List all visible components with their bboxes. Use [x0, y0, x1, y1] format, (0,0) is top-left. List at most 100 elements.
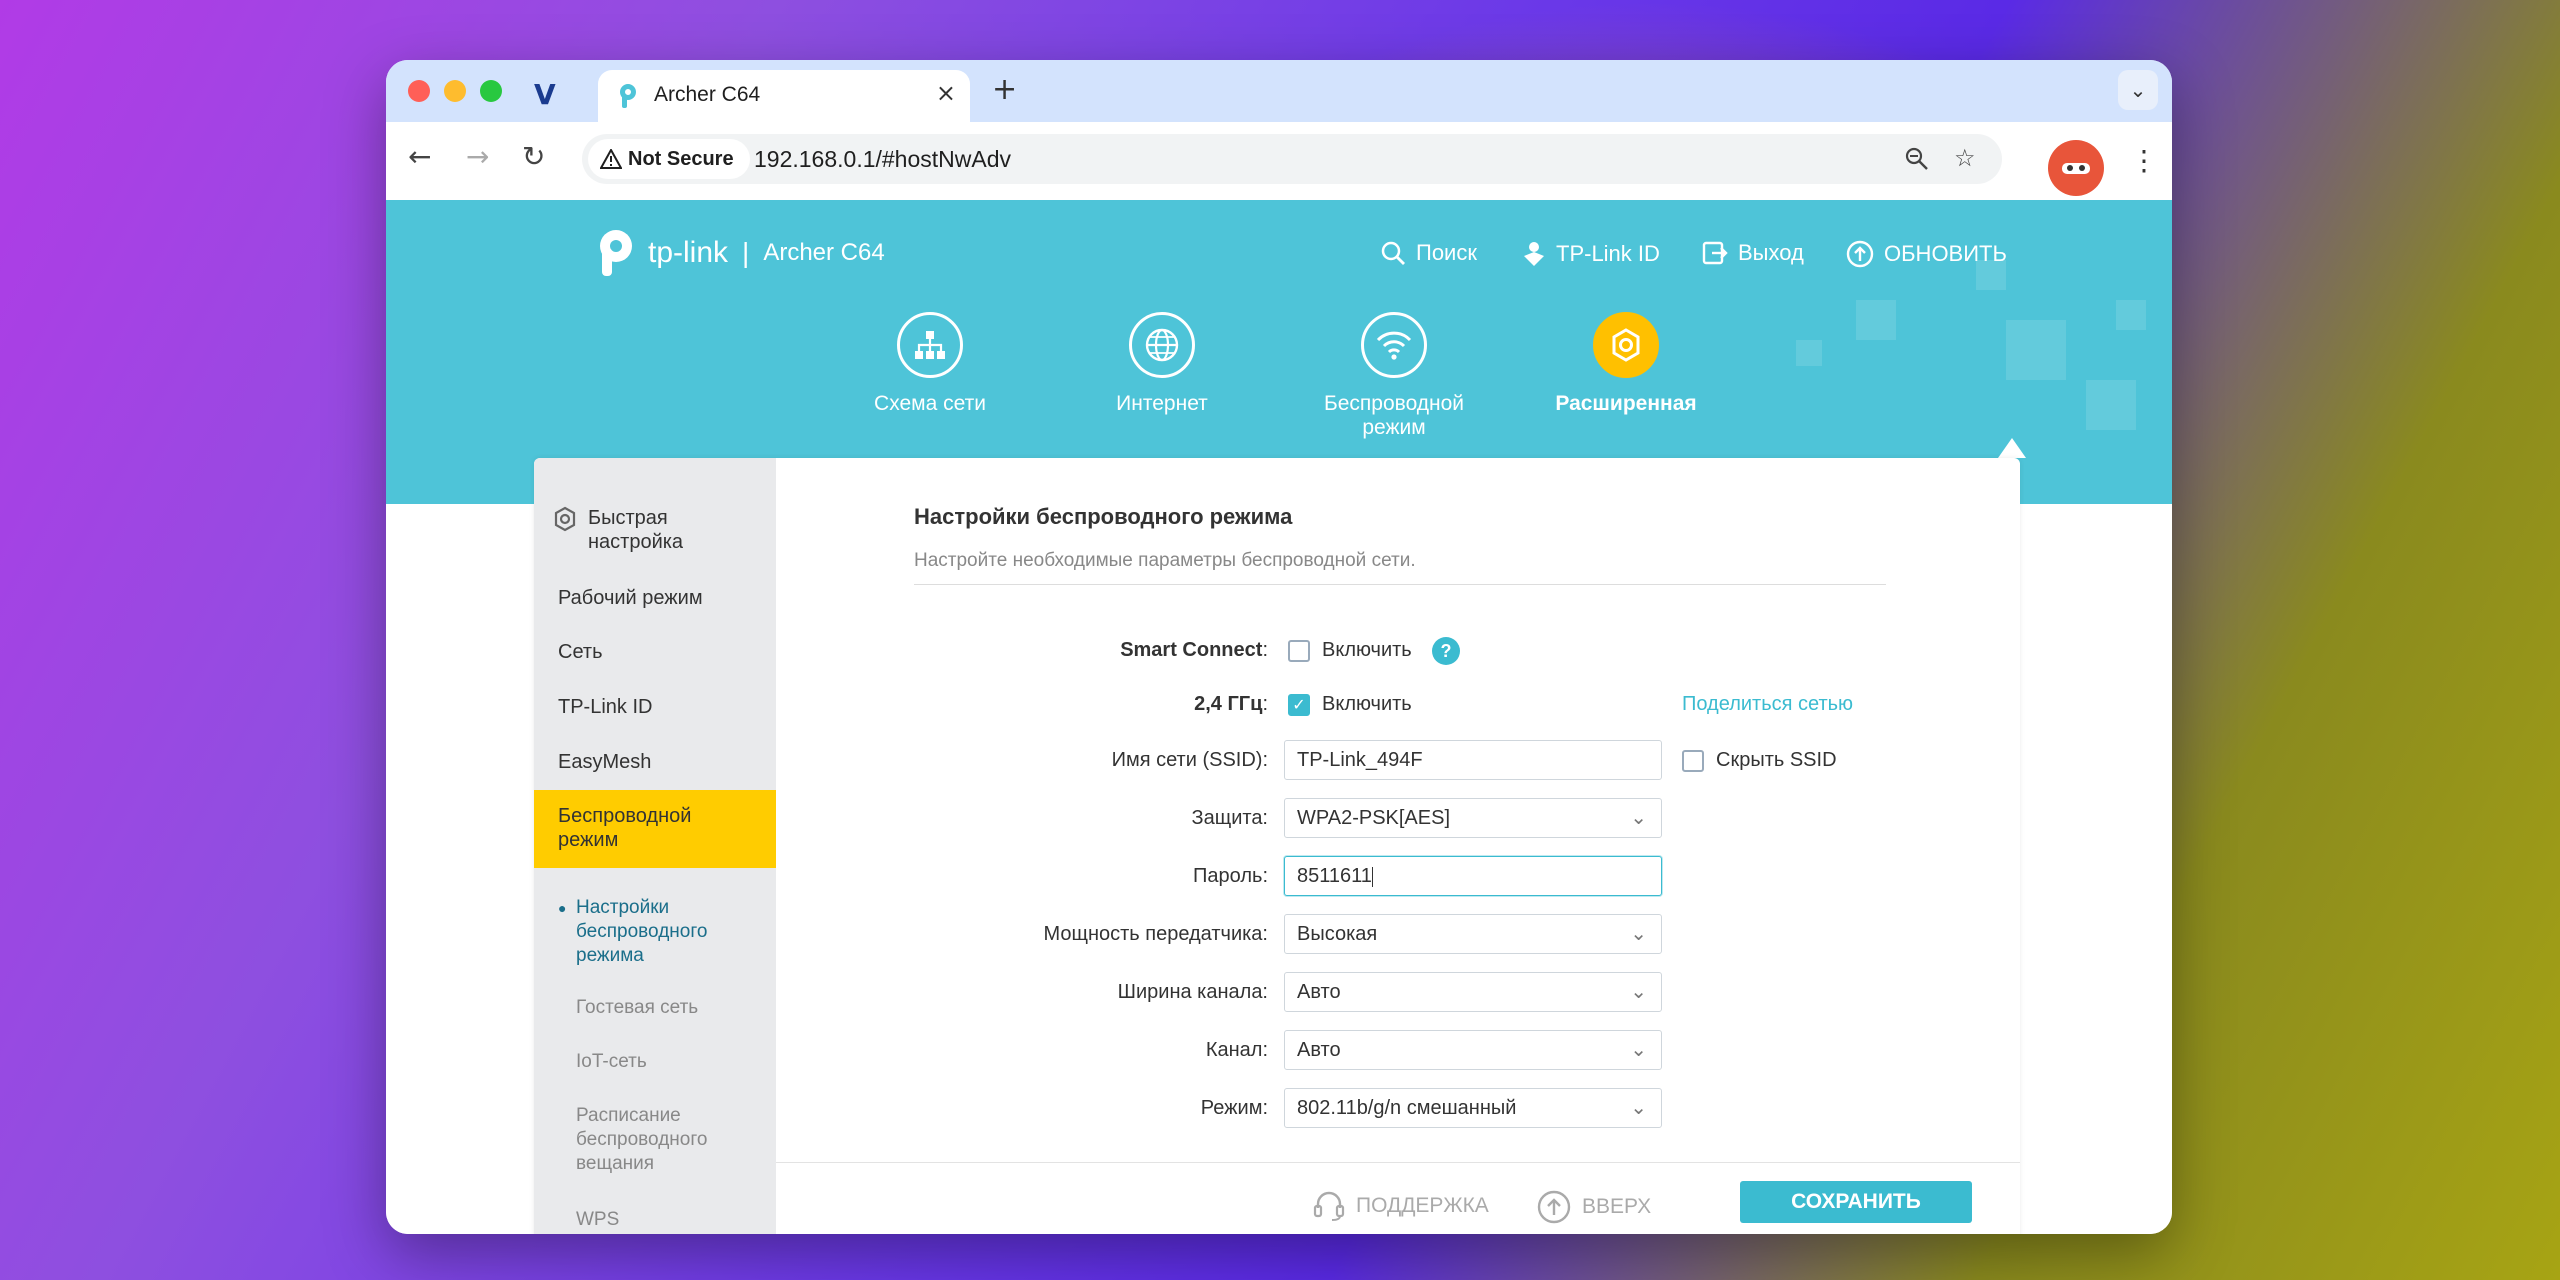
- smart-connect-label-text: Smart Connect: [1120, 639, 1263, 661]
- logout-link[interactable]: Выход: [1702, 240, 1804, 266]
- help-icon[interactable]: ?: [1432, 637, 1460, 665]
- tab-wireless[interactable]: Беспроводной режим: [1294, 312, 1494, 440]
- sidebar-sub-wireless-schedule[interactable]: Расписание беспроводного вещания: [576, 1104, 736, 1176]
- reload-icon[interactable]: ↻: [522, 140, 545, 173]
- settings-panel: Быстрая настройка Рабочий режим Сеть TP-…: [534, 458, 2020, 1234]
- tx-power-select[interactable]: Высокая ⌄: [1284, 914, 1662, 954]
- brand-name: tp-link: [648, 236, 729, 269]
- sidebar-sub-guest-network[interactable]: Гостевая сеть: [576, 996, 698, 1020]
- band-24-checkbox[interactable]: ✓: [1288, 694, 1310, 716]
- url-text[interactable]: 192.168.0.1/#hostNwAdv: [754, 146, 1011, 173]
- sidebar-item-wireless[interactable]: Беспроводной режим: [558, 804, 728, 852]
- update-link[interactable]: ОБНОВИТЬ: [1846, 240, 2007, 268]
- sidebar-sub-iot-network[interactable]: IoT-сеть: [576, 1050, 647, 1074]
- gear-icon: [1593, 312, 1659, 378]
- band-24-colon: :: [1262, 693, 1268, 715]
- router-page: tp-link | Archer C64 Поиск TP-Link ID Вы…: [386, 200, 2172, 1234]
- tplink-favicon-icon: [620, 84, 636, 108]
- extension-v-icon[interactable]: V: [534, 78, 556, 111]
- sidebar-item-network[interactable]: Сеть: [558, 640, 602, 664]
- forward-icon[interactable]: →: [466, 140, 489, 173]
- close-window-button[interactable]: [408, 80, 430, 102]
- tab-search-button[interactable]: ⌄: [2118, 70, 2158, 110]
- chevron-down-icon: ⌄: [1630, 1037, 1647, 1061]
- active-bullet-icon: ●: [558, 900, 567, 916]
- band-24-enable-label: Включить: [1322, 693, 1412, 715]
- hide-ssid-checkbox[interactable]: [1682, 750, 1704, 772]
- page-title: Настройки беспроводного режима: [914, 504, 1293, 529]
- tab-network-map-label: Схема сети: [874, 392, 986, 415]
- sidebar-item-label: TP-Link ID: [558, 696, 653, 718]
- sidebar-sub-wireless-settings[interactable]: ● Настройки беспроводного режима: [558, 896, 756, 968]
- divider: [914, 584, 1886, 585]
- upload-icon: [1846, 240, 1874, 268]
- tab-close-icon[interactable]: ×: [936, 79, 956, 107]
- channel-width-value: Авто: [1297, 981, 1341, 1003]
- mode-label: Режим:: [1200, 1097, 1268, 1119]
- sidebar-sub-wps[interactable]: WPS: [576, 1208, 619, 1232]
- tab-network-map[interactable]: Схема сети: [830, 312, 1030, 416]
- sidebar: Быстрая настройка Рабочий режим Сеть TP-…: [534, 458, 776, 1234]
- mode-select[interactable]: 802.11b/g/n смешанный ⌄: [1284, 1088, 1662, 1128]
- sidebar-item-operation-mode[interactable]: Рабочий режим: [558, 586, 703, 610]
- tab-internet[interactable]: Интернет: [1062, 312, 1262, 416]
- sidebar-item-label: EasyMesh: [558, 751, 652, 773]
- row-channel: Канал: Авто ⌄: [776, 1030, 2020, 1070]
- band-24-label-text: 2,4 ГГц: [1194, 693, 1263, 715]
- bookmark-star-icon[interactable]: ☆: [1954, 144, 1976, 172]
- ssid-label: Имя сети (SSID):: [1111, 749, 1268, 771]
- tab-archer[interactable]: Archer C64 ×: [598, 70, 970, 122]
- row-security: Защита: WPA2-PSK[AES] ⌄: [776, 798, 2020, 838]
- page-subtitle: Настройте необходимые параметры беспрово…: [914, 550, 1416, 571]
- zoom-icon[interactable]: [1904, 146, 1930, 172]
- row-mode: Режим: 802.11b/g/n смешанный ⌄: [776, 1088, 2020, 1128]
- update-label: ОБНОВИТЬ: [1884, 241, 2007, 266]
- row-ssid: Имя сети (SSID): TP-Link_494F Скрыть SSI…: [776, 740, 2020, 780]
- smart-connect-checkbox[interactable]: [1288, 640, 1310, 662]
- row-smart-connect: Smart Connect: Включить ?: [776, 630, 2020, 670]
- not-secure-chip[interactable]: Not Secure: [588, 139, 750, 179]
- kebab-menu-icon[interactable]: ⋮: [2130, 144, 2158, 177]
- active-tab-pointer: [1998, 438, 2026, 458]
- share-network-link[interactable]: Поделиться сетью: [1682, 693, 1853, 716]
- save-button[interactable]: СОХРАНИТЬ: [1740, 1181, 1972, 1223]
- tplink-id-link[interactable]: TP-Link ID: [1522, 240, 1660, 268]
- logout-icon: [1702, 241, 1728, 265]
- minimize-window-button[interactable]: [444, 80, 466, 102]
- warning-icon: [600, 149, 622, 169]
- tplink-id-icon: [1524, 242, 1544, 266]
- tab-advanced[interactable]: Расширенная: [1526, 312, 1726, 416]
- security-select[interactable]: WPA2-PSK[AES] ⌄: [1284, 798, 1662, 838]
- sidebar-item-quick-setup[interactable]: Быстрая настройка: [552, 506, 742, 554]
- tab-advanced-label: Расширенная: [1555, 392, 1697, 415]
- sidebar-item-tplink-id[interactable]: TP-Link ID: [558, 695, 652, 719]
- chevron-down-icon: ⌄: [1630, 805, 1647, 829]
- avatar[interactable]: [2048, 140, 2104, 196]
- address-bar[interactable]: Not Secure 192.168.0.1/#hostNwAdv ☆: [582, 134, 2002, 184]
- channel-select[interactable]: Авто ⌄: [1284, 1030, 1662, 1070]
- model-name: Archer C64: [763, 239, 885, 266]
- sidebar-item-label: Беспроводной режим: [558, 805, 692, 851]
- scroll-top-button[interactable]: ВВЕРХ: [1536, 1189, 1651, 1225]
- network-map-icon: [897, 312, 963, 378]
- search-link[interactable]: Поиск: [1380, 240, 1477, 266]
- text-cursor: [1371, 866, 1373, 887]
- security-value: WPA2-PSK[AES]: [1297, 807, 1451, 829]
- maximize-window-button[interactable]: [480, 80, 502, 102]
- channel-width-select[interactable]: Авто ⌄: [1284, 972, 1662, 1012]
- support-button[interactable]: ПОДДЕРЖКА: [1312, 1189, 1489, 1223]
- globe-icon: [1129, 312, 1195, 378]
- ssid-input[interactable]: TP-Link_494F: [1284, 740, 1662, 780]
- brand-separator: |: [742, 237, 750, 268]
- sidebar-item-easymesh[interactable]: EasyMesh: [558, 750, 651, 774]
- mode-value: 802.11b/g/n смешанный: [1297, 1097, 1517, 1119]
- back-icon[interactable]: ←: [408, 140, 431, 173]
- sidebar-sub-label: WPS: [576, 1209, 620, 1230]
- tplink-logo[interactable]: tp-link | Archer C64: [586, 226, 885, 280]
- password-input[interactable]: 8511611: [1284, 856, 1662, 896]
- browser-toolbar: ← → ↻ Not Secure 192.168.0.1/#hostNwAdv …: [386, 122, 2172, 200]
- chevron-down-icon: ⌄: [1630, 1095, 1647, 1119]
- decor-square: [1856, 300, 1896, 340]
- new-tab-button[interactable]: +: [992, 72, 1017, 107]
- row-band-24: 2,4 ГГц: ✓ Включить Поделиться сетью: [776, 684, 2020, 724]
